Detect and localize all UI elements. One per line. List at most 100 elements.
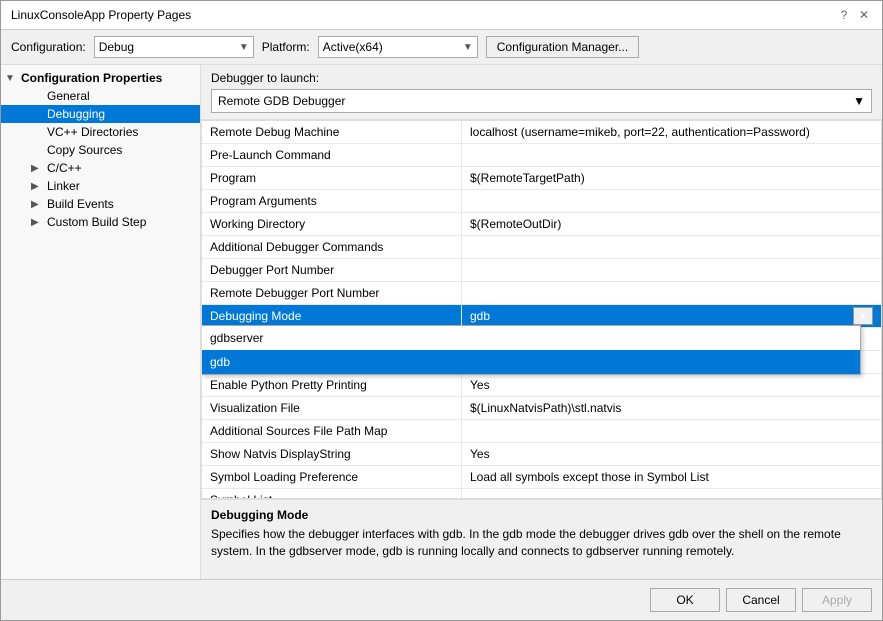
sidebar-item-build-events[interactable]: ▶ Build Events <box>1 195 200 213</box>
property-name: Additional Sources File Path Map <box>202 420 462 442</box>
property-value-text: gdb <box>470 307 490 325</box>
property-row-3[interactable]: Program Arguments <box>202 190 881 213</box>
dialog-window: LinuxConsoleApp Property Pages ? ✕ Confi… <box>0 0 883 621</box>
dialog-title: LinuxConsoleApp Property Pages <box>11 8 191 22</box>
property-row-5[interactable]: Additional Debugger Commands <box>202 236 881 259</box>
property-row-0[interactable]: Remote Debug Machinelocalhost (username=… <box>202 121 881 144</box>
configuration-label: Configuration: <box>11 40 86 54</box>
property-row-12[interactable]: Visualization File$(LinuxNatvisPath)\stl… <box>202 397 881 420</box>
ok-button[interactable]: OK <box>650 588 720 612</box>
configuration-dropdown[interactable]: Debug ▼ <box>94 36 254 58</box>
property-row-1[interactable]: Pre-Launch Command <box>202 144 881 167</box>
sidebar-label: C/C++ <box>47 161 82 175</box>
right-panel: Debugger to launch: Remote GDB Debugger … <box>201 65 882 579</box>
property-row-4[interactable]: Working Directory$(RemoteOutDir) <box>202 213 881 236</box>
property-row-2[interactable]: Program$(RemoteTargetPath) <box>202 167 881 190</box>
property-value: localhost (username=mikeb, port=22, auth… <box>462 121 881 143</box>
platform-label: Platform: <box>262 40 310 54</box>
property-value: $(RemoteTargetPath) <box>462 167 881 189</box>
properties-panel: Remote Debug Machinelocalhost (username=… <box>201 120 882 499</box>
property-row-8[interactable]: Debugging Modegdb▼gdbservergdb <box>202 305 881 328</box>
platform-value: Active(x64) <box>323 40 383 54</box>
main-content: ▼ Configuration Properties General Debuggin… <box>1 65 882 579</box>
property-value <box>462 268 881 272</box>
property-name: Visualization File <box>202 397 462 419</box>
property-name: Debugger Port Number <box>202 259 462 281</box>
cancel-button[interactable]: Cancel <box>726 588 796 612</box>
property-row-11[interactable]: Enable Python Pretty PrintingYes <box>202 374 881 397</box>
sidebar-label: General <box>47 89 90 103</box>
property-value <box>462 291 881 295</box>
config-bar: Configuration: Debug ▼ Platform: Active(… <box>1 30 882 65</box>
property-name: Debugging Mode <box>202 305 462 327</box>
property-name: Remote Debugger Port Number <box>202 282 462 304</box>
sidebar-item-general[interactable]: General <box>1 87 200 105</box>
sidebar-item-cpp[interactable]: ▶ C/C++ <box>1 159 200 177</box>
sidebar-label: Copy Sources <box>47 143 122 157</box>
title-bar: LinuxConsoleApp Property Pages ? ✕ <box>1 1 882 30</box>
property-value: Yes <box>462 374 881 396</box>
sidebar-label: Debugging <box>47 107 105 121</box>
expand-icon: ▶ <box>31 181 43 192</box>
sidebar-item-debugging[interactable]: Debugging <box>1 105 200 123</box>
apply-button[interactable]: Apply <box>802 588 872 612</box>
dropdown-button[interactable]: ▼ <box>853 307 873 325</box>
expand-icon: ▶ <box>31 163 43 174</box>
property-row-7[interactable]: Remote Debugger Port Number <box>202 282 881 305</box>
chevron-down-icon: ▼ <box>463 42 473 53</box>
help-button[interactable]: ? <box>836 7 852 23</box>
property-row-13[interactable]: Additional Sources File Path Map <box>202 420 881 443</box>
property-row-16[interactable]: Symbol List <box>202 489 881 499</box>
footer: OK Cancel Apply <box>1 579 882 620</box>
expand-icon: ▶ <box>31 217 43 228</box>
info-text: Specifies how the debugger interfaces wi… <box>211 526 872 560</box>
property-value: Yes <box>462 443 881 465</box>
property-value[interactable]: gdb▼gdbservergdb <box>462 305 881 327</box>
title-bar-controls: ? ✕ <box>836 7 872 23</box>
property-name: Additional Debugger Commands <box>202 236 462 258</box>
configuration-manager-button[interactable]: Configuration Manager... <box>486 36 639 58</box>
debugger-launch-section: Debugger to launch: Remote GDB Debugger … <box>201 65 882 120</box>
sidebar-label: Linker <box>47 179 80 193</box>
debugger-type-dropdown[interactable]: Remote GDB Debugger ▼ <box>211 89 872 113</box>
sidebar-label: Build Events <box>47 197 114 211</box>
property-name: Show Natvis DisplayString <box>202 443 462 465</box>
dropdown-options-popup: gdbservergdb <box>201 325 861 375</box>
sidebar: ▼ Configuration Properties General Debuggin… <box>1 65 201 579</box>
property-row-6[interactable]: Debugger Port Number <box>202 259 881 282</box>
expand-icon: ▶ <box>31 199 43 210</box>
collapse-icon: ▼ <box>5 73 17 84</box>
property-name: Program <box>202 167 462 189</box>
property-name: Pre-Launch Command <box>202 144 462 166</box>
platform-dropdown[interactable]: Active(x64) ▼ <box>318 36 478 58</box>
property-value: $(LinuxNatvisPath)\stl.natvis <box>462 397 881 419</box>
property-name: Remote Debug Machine <box>202 121 462 143</box>
close-button[interactable]: ✕ <box>856 7 872 23</box>
sidebar-item-custom-build-step[interactable]: ▶ Custom Build Step <box>1 213 200 231</box>
debugger-launch-label: Debugger to launch: <box>211 71 872 85</box>
dropdown-option-gdb[interactable]: gdb <box>202 350 860 374</box>
configuration-value: Debug <box>99 40 134 54</box>
property-value <box>462 199 881 203</box>
property-name: Program Arguments <box>202 190 462 212</box>
property-name: Symbol Loading Preference <box>202 466 462 488</box>
debugger-type-value: Remote GDB Debugger <box>218 94 345 108</box>
property-value <box>462 429 881 433</box>
sidebar-item-vc-directories[interactable]: VC++ Directories <box>1 123 200 141</box>
sidebar-label: Configuration Properties <box>21 71 162 85</box>
property-name: Symbol List <box>202 489 462 499</box>
sidebar-item-copy-sources[interactable]: Copy Sources <box>1 141 200 159</box>
property-name: Enable Python Pretty Printing <box>202 374 462 396</box>
property-value: $(RemoteOutDir) <box>462 213 881 235</box>
sidebar-item-config-properties[interactable]: ▼ Configuration Properties <box>1 69 200 87</box>
info-panel: Debugging Mode Specifies how the debugge… <box>201 499 882 579</box>
sidebar-label: Custom Build Step <box>47 215 146 229</box>
sidebar-label: VC++ Directories <box>47 125 138 139</box>
property-row-15[interactable]: Symbol Loading PreferenceLoad all symbol… <box>202 466 881 489</box>
property-name: Working Directory <box>202 213 462 235</box>
sidebar-item-linker[interactable]: ▶ Linker <box>1 177 200 195</box>
dropdown-option-gdbserver[interactable]: gdbserver <box>202 326 860 350</box>
property-value <box>462 153 881 157</box>
property-row-14[interactable]: Show Natvis DisplayStringYes <box>202 443 881 466</box>
property-value <box>462 245 881 249</box>
